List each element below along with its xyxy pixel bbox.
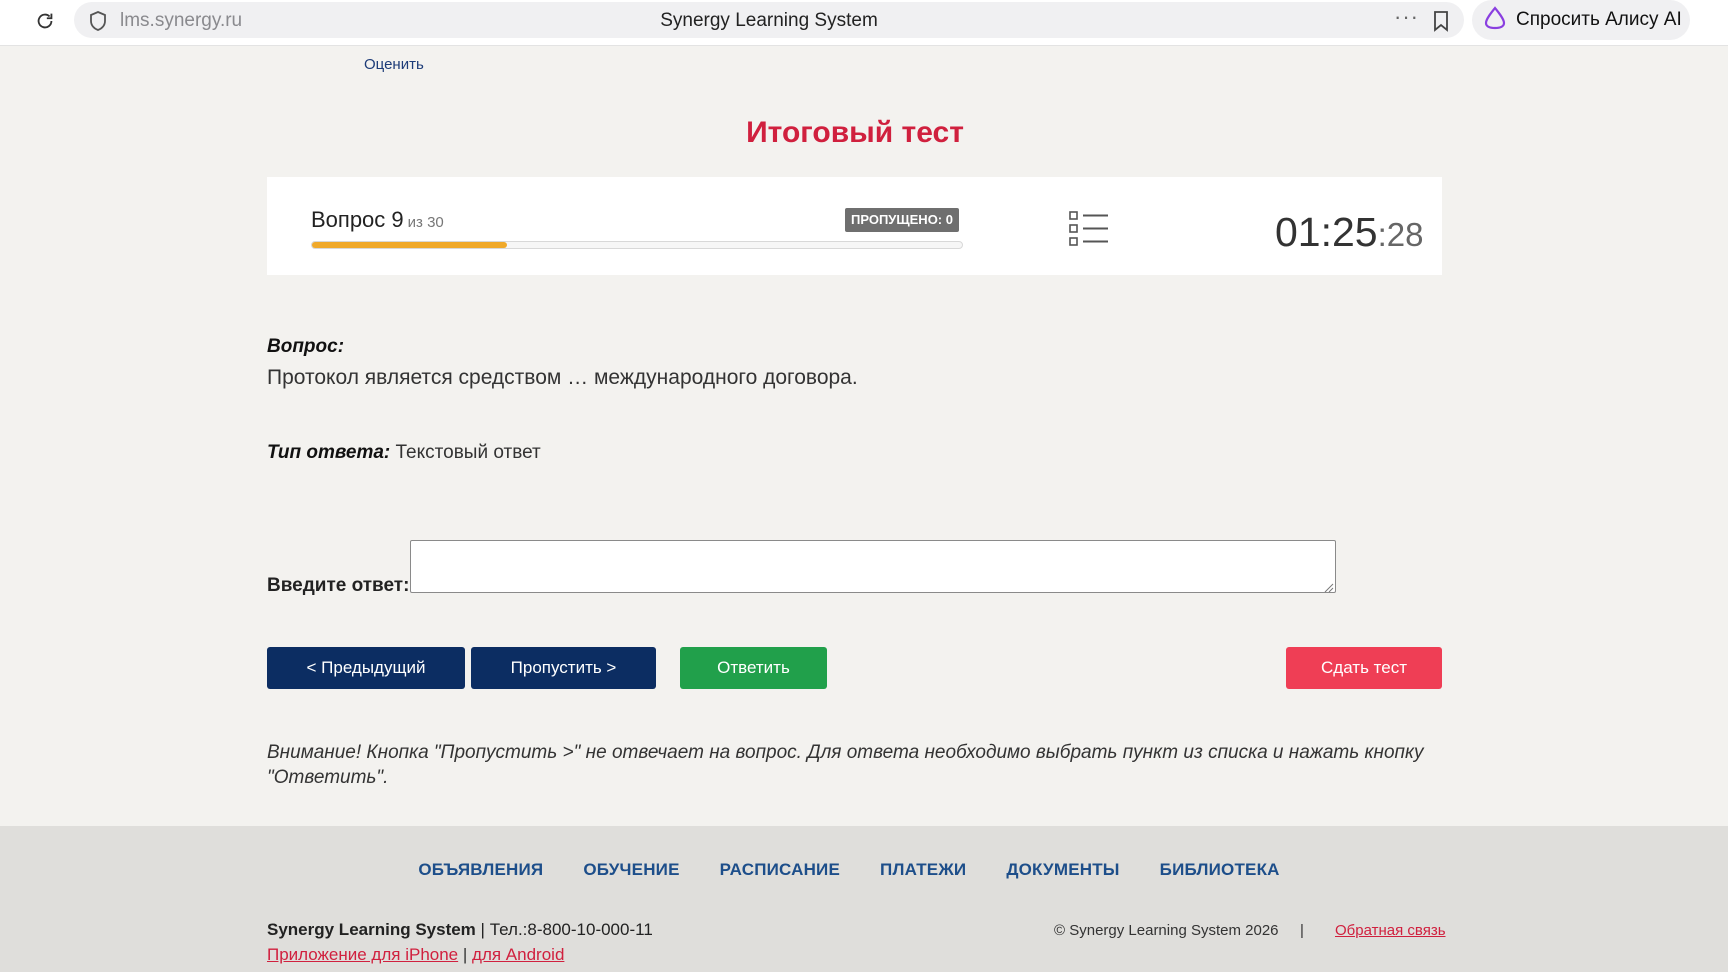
footer-link-documents[interactable]: ДОКУМЕНТЫ [1006, 860, 1119, 880]
skipped-badge: ПРОПУЩЕНО: 0 [845, 208, 959, 232]
footer-nav: ОБЪЯВЛЕНИЯ ОБУЧЕНИЕ РАСПИСАНИЕ ПЛАТЕЖИ Д… [0, 860, 1728, 880]
footer-link-schedule[interactable]: РАСПИСАНИЕ [720, 860, 840, 880]
warning-note: Внимание! Кнопка "Пропустить >" не отвеч… [267, 742, 1424, 788]
feedback-link[interactable]: Обратная связь [1335, 922, 1446, 939]
question-total: из 30 [407, 214, 444, 231]
footer-brand: Synergy Learning System | Тел.:8-800-10-… [267, 920, 653, 940]
footer: ОБЪЯВЛЕНИЯ ОБУЧЕНИЕ РАСПИСАНИЕ ПЛАТЕЖИ Д… [0, 826, 1728, 972]
question-text: Протокол является средством … международ… [267, 366, 858, 389]
answer-button[interactable]: Ответить [680, 647, 827, 689]
footer-brand-name: Synergy Learning System [267, 920, 476, 939]
reload-icon[interactable] [30, 6, 60, 36]
bookmark-icon[interactable] [1432, 10, 1450, 37]
apps-separator: | [462, 945, 468, 964]
submit-test-button[interactable]: Сдать тест [1286, 647, 1442, 689]
footer-link-announcements[interactable]: ОБЪЯВЛЕНИЯ [418, 860, 543, 880]
iphone-app-link[interactable]: Приложение для iPhone [267, 945, 458, 964]
browser-page-title: Synergy Learning System [660, 10, 878, 31]
question-list-icon[interactable] [1069, 211, 1109, 252]
rate-link[interactable]: Оценить [364, 56, 424, 73]
footer-phone: Тел.:8-800-10-000-11 [489, 920, 653, 939]
answer-type: Тип ответа: Текстовый ответ [267, 442, 541, 464]
answer-type-label: Тип ответа: [267, 442, 391, 463]
timer-main: 01:25 [1275, 209, 1378, 255]
assistant-label: Спросить Алису AI [1516, 9, 1682, 30]
alice-icon [1482, 5, 1508, 36]
question-counter: Вопрос 9 из 30 [311, 207, 444, 233]
skip-button[interactable]: Пропустить > [471, 647, 656, 689]
page-title: Итоговый тест [746, 116, 964, 149]
answer-type-value: Текстовый ответ [395, 442, 541, 463]
footer-copyright: © Synergy Learning System 2026 [1054, 922, 1279, 939]
question-caption: Вопрос: [267, 336, 345, 357]
footer-link-payments[interactable]: ПЛАТЕЖИ [880, 860, 966, 880]
footer-link-library[interactable]: БИБЛИОТЕКА [1160, 860, 1280, 880]
countdown-timer: 01:25:28 [1275, 209, 1423, 256]
answer-input[interactable] [410, 540, 1336, 593]
resize-grip-icon[interactable] [1324, 580, 1334, 598]
previous-button[interactable]: < Предыдущий [267, 647, 465, 689]
assistant-button[interactable]: Спросить Алису AI [1472, 0, 1690, 40]
question-number: Вопрос 9 [311, 207, 404, 232]
answer-input-label: Введите ответ: [267, 575, 410, 596]
more-icon[interactable]: ··· [1394, 4, 1419, 30]
footer-link-learning[interactable]: ОБУЧЕНИЕ [583, 860, 679, 880]
browser-toolbar: lms.synergy.ru Synergy Learning System ·… [0, 0, 1728, 46]
timer-seconds: :28 [1377, 216, 1424, 253]
progress-fill [312, 242, 507, 248]
footer-apps: Приложение для iPhone | для Android [267, 945, 564, 965]
footer-brand-separator: | [480, 920, 485, 939]
progress-bar [311, 241, 963, 249]
android-app-link[interactable]: для Android [472, 945, 564, 964]
footer-separator: | [1300, 922, 1304, 939]
question-status-panel: Вопрос 9 из 30 ПРОПУЩЕНО: 0 01:25:28 [267, 177, 1442, 275]
address-bar[interactable]: lms.synergy.ru Synergy Learning System ·… [74, 2, 1464, 38]
